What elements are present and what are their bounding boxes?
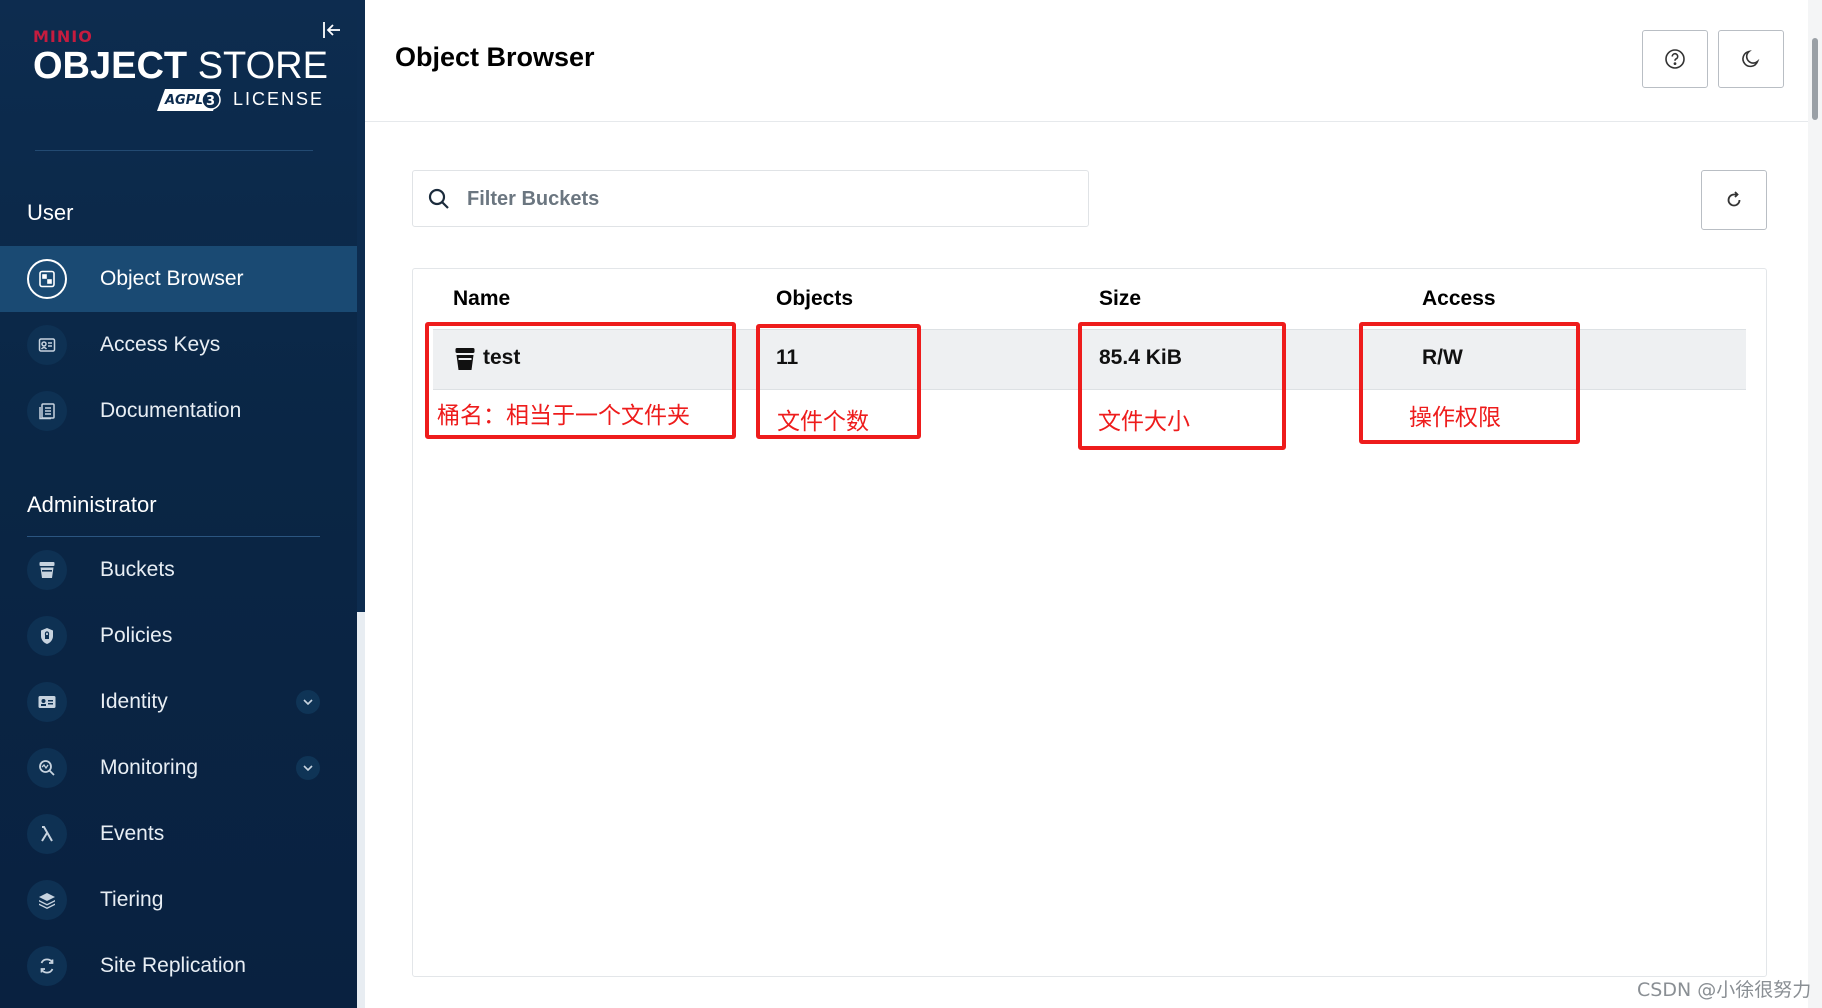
logo-product-name: OBJECT STORE: [33, 45, 328, 87]
identity-card-icon: [27, 682, 67, 722]
sidebar-scrollbar-thumb[interactable]: [357, 0, 365, 612]
documentation-icon: [27, 391, 67, 431]
svg-text:AGPL: AGPL: [164, 93, 204, 108]
sidebar-item-access-keys[interactable]: Access Keys: [0, 312, 357, 378]
section-title-administrator: Administrator: [27, 492, 157, 517]
sidebar-item-policies[interactable]: Policies: [0, 603, 357, 669]
agpl-badge-icon: AGPL 3: [157, 89, 221, 111]
monitoring-icon: [27, 748, 67, 788]
sidebar-item-events[interactable]: Events: [0, 801, 357, 867]
sidebar-item-label: Object Browser: [100, 267, 244, 290]
dark-mode-icon: [1742, 50, 1759, 68]
sidebar-item-documentation[interactable]: Documentation: [0, 378, 357, 444]
page-header: Object Browser: [365, 0, 1822, 122]
page-title: Object Browser: [395, 42, 595, 72]
filter-buckets-input[interactable]: [465, 181, 1065, 217]
policy-shield-icon: [27, 616, 67, 656]
lambda-icon: [27, 814, 67, 854]
sidebar-item-label: Buckets: [100, 558, 175, 581]
refresh-button[interactable]: [1701, 170, 1767, 230]
csdn-watermark: CSDN @小徐很努力: [1637, 979, 1812, 1001]
object-browser-icon: [27, 259, 67, 299]
sidebar-item-identity[interactable]: Identity: [0, 669, 357, 735]
dark-mode-button[interactable]: [1718, 30, 1784, 88]
sidebar-item-label: Events: [100, 822, 165, 845]
logo-divider: [35, 150, 313, 151]
site-replication-icon: [27, 946, 67, 986]
sidebar-item-tiering[interactable]: Tiering: [0, 867, 357, 933]
column-header-name[interactable]: Name: [453, 287, 510, 311]
column-header-access[interactable]: Access: [1422, 287, 1496, 311]
chevron-down-icon[interactable]: [296, 756, 320, 780]
sidebar-item-site-replication[interactable]: Site Replication: [0, 933, 357, 999]
sidebar-item-label: Documentation: [100, 399, 242, 422]
help-button[interactable]: [1642, 30, 1708, 88]
column-header-objects[interactable]: Objects: [776, 287, 853, 311]
sidebar-item-monitoring[interactable]: Monitoring: [0, 735, 357, 801]
logo-license-text: LICENSE: [233, 89, 325, 109]
main-content: Object Browser Name: [365, 0, 1822, 1008]
chevron-down-icon[interactable]: [296, 690, 320, 714]
annotation-text-access: 操作权限: [1409, 405, 1501, 431]
sidebar-item-object-browser[interactable]: Object Browser: [0, 246, 357, 312]
sidebar-item-label: Identity: [100, 690, 168, 713]
access-keys-icon: [27, 325, 67, 365]
tiering-layers-icon: [27, 880, 67, 920]
sidebar-item-label: Monitoring: [100, 756, 199, 779]
sidebar-item-label: Policies: [100, 624, 173, 647]
sidebar: MINIO OBJECT STORE AGPL 3 LICENSE User O…: [0, 0, 357, 1008]
sidebar-item-label: Access Keys: [100, 333, 221, 356]
section-title-user: User: [27, 200, 74, 225]
svg-text:3: 3: [206, 94, 215, 109]
annotation-text-size: 文件大小: [1098, 409, 1190, 435]
sidebar-item-label: Tiering: [100, 888, 164, 911]
sidebar-item-buckets[interactable]: Buckets: [0, 537, 357, 603]
filter-buckets-field[interactable]: [412, 170, 1089, 227]
annotation-text-name: 桶名：相当于一个文件夹: [437, 403, 690, 429]
annotation-text-objects: 文件个数: [777, 409, 869, 435]
logo-minio-text: MINIO: [33, 27, 93, 46]
refresh-icon: [1727, 191, 1741, 207]
page-scrollbar-thumb[interactable]: [1812, 38, 1818, 120]
column-header-size[interactable]: Size: [1099, 287, 1141, 311]
sidebar-item-label: Site Replication: [100, 954, 246, 977]
bucket-icon: [27, 550, 67, 590]
page-scrollbar-track[interactable]: [1808, 0, 1822, 1008]
search-icon: [428, 188, 449, 209]
minio-logo[interactable]: MINIO OBJECT STORE AGPL 3 LICENSE: [33, 27, 328, 117]
help-icon: [1665, 49, 1685, 69]
